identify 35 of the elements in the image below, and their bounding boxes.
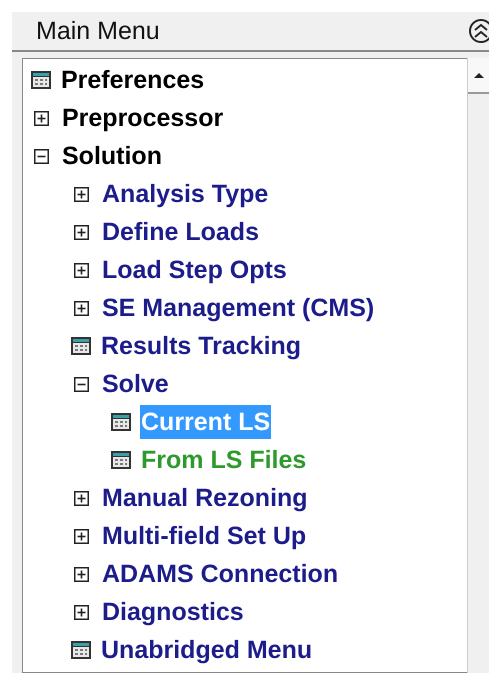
dialog-window-icon bbox=[31, 71, 51, 89]
menu-item[interactable]: Multi-field Set Up bbox=[101, 519, 308, 553]
menu-item[interactable]: Diagnostics bbox=[101, 595, 245, 629]
menu-item[interactable]: Solution bbox=[61, 139, 163, 173]
expand-box-icon[interactable] bbox=[74, 300, 89, 316]
menu-item[interactable]: Define Loads bbox=[101, 215, 260, 249]
expand-box-icon[interactable] bbox=[34, 110, 49, 126]
expand-box-icon[interactable] bbox=[74, 224, 89, 240]
dialog-window-icon bbox=[71, 641, 91, 659]
expand-box-icon[interactable] bbox=[74, 566, 89, 582]
scroll-up-button[interactable] bbox=[468, 58, 489, 94]
dialog-window-icon bbox=[111, 451, 131, 469]
menu-item[interactable]: Manual Rezoning bbox=[101, 481, 309, 515]
collapse-box-icon[interactable] bbox=[34, 148, 49, 164]
expand-box-icon[interactable] bbox=[74, 490, 89, 506]
menu-item[interactable]: From LS Files bbox=[140, 443, 308, 477]
scrollbar[interactable] bbox=[467, 58, 489, 673]
expand-box-icon[interactable] bbox=[74, 604, 89, 620]
collapse-box-icon[interactable] bbox=[74, 376, 89, 392]
dialog-window-icon bbox=[111, 413, 131, 431]
collapse-icon[interactable] bbox=[467, 16, 489, 46]
menu-item[interactable]: Results Tracking bbox=[100, 329, 302, 363]
menu-item[interactable]: Unabridged Menu bbox=[100, 633, 314, 667]
menu-item[interactable]: SE Management (CMS) bbox=[101, 291, 376, 325]
expand-box-icon[interactable] bbox=[74, 262, 89, 278]
menu-item[interactable]: Preprocessor bbox=[61, 101, 224, 135]
menu-item[interactable]: Load Step Opts bbox=[101, 253, 288, 287]
menu-item[interactable]: ADAMS Connection bbox=[101, 557, 340, 591]
dialog-window-icon bbox=[71, 337, 91, 355]
menu-item[interactable]: Analysis Type bbox=[101, 177, 270, 211]
menu-title: Main Menu bbox=[36, 16, 160, 46]
expand-box-icon[interactable] bbox=[74, 186, 89, 202]
expand-box-icon[interactable] bbox=[74, 528, 89, 544]
menu-item[interactable]: Solve bbox=[101, 367, 170, 401]
menu-item[interactable]: Preferences bbox=[60, 63, 206, 97]
